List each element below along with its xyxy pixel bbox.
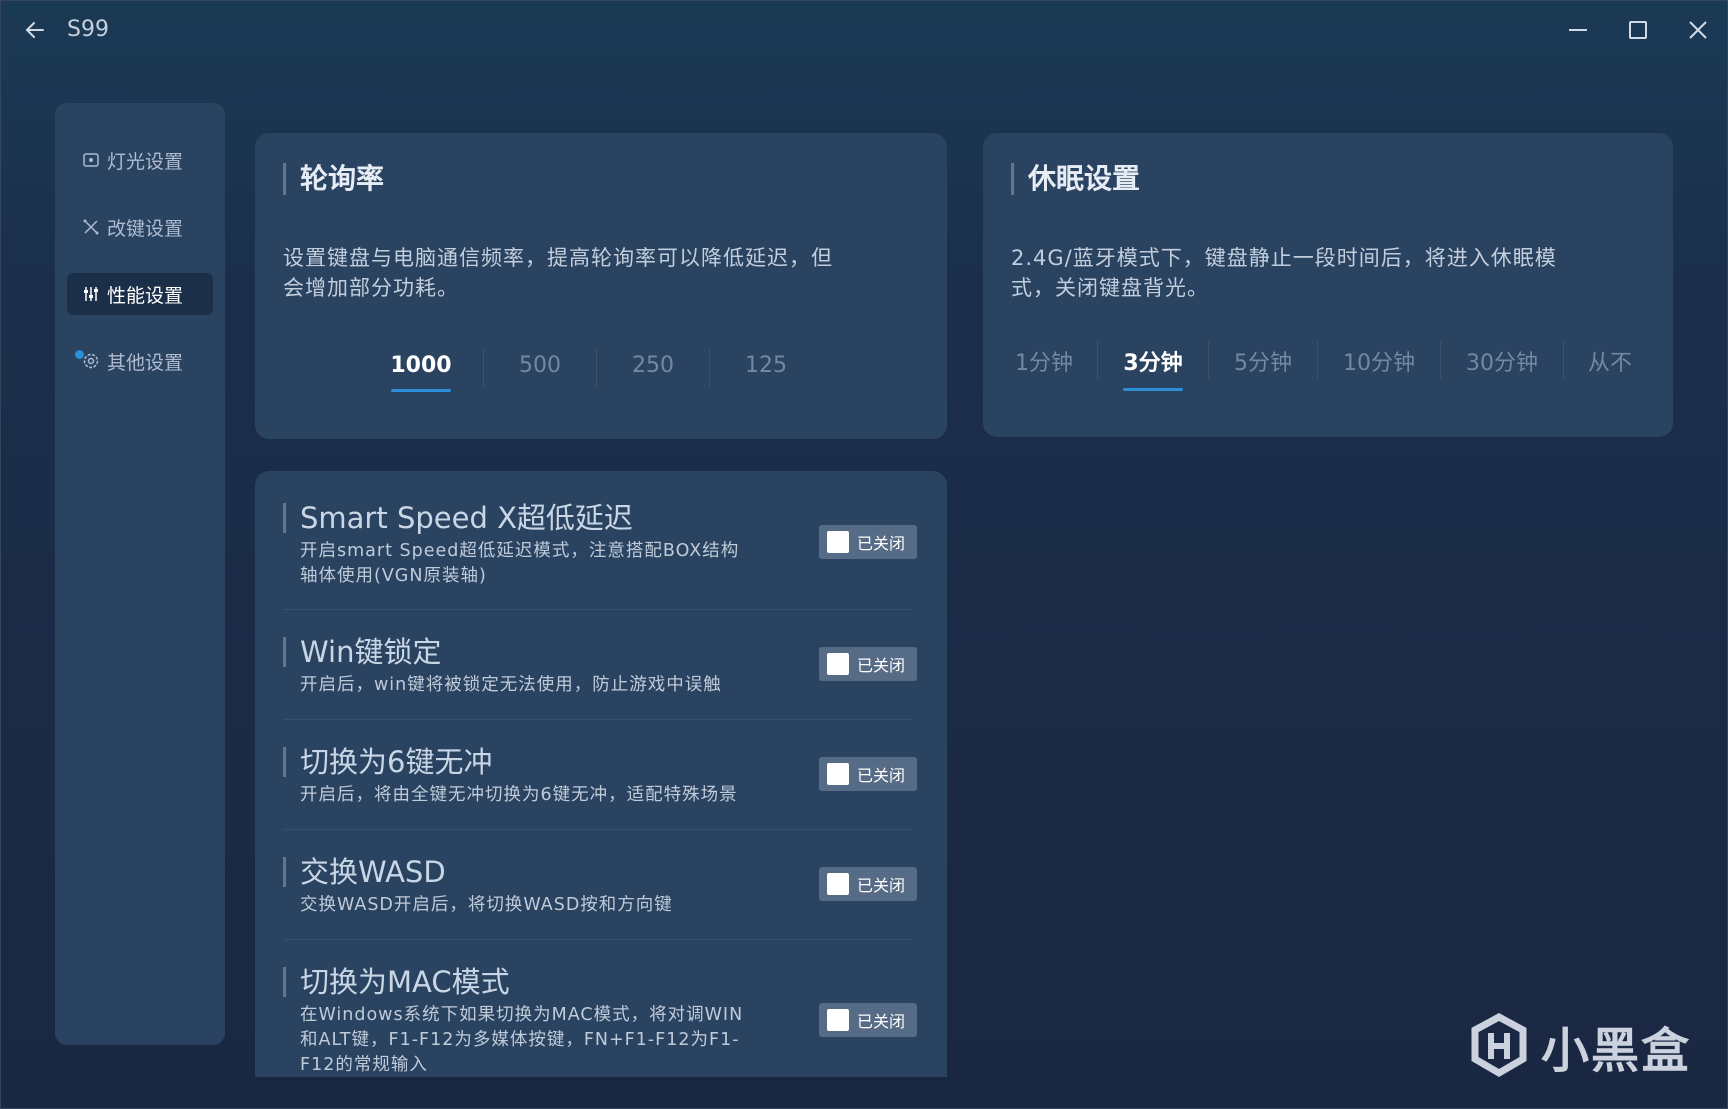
light-icon (81, 150, 101, 170)
polling-option[interactable]: 125 (724, 353, 808, 378)
polling-option[interactable]: 250 (611, 353, 695, 378)
sleep-option[interactable]: 3分钟 (1112, 345, 1194, 377)
toggle-state-label: 已关闭 (857, 1012, 906, 1031)
divider (283, 939, 913, 940)
setting-desc: 交换WASD开启后，将切换WASD按和方向键 (283, 893, 763, 918)
sleep-settings-title: 休眠设置 (1011, 163, 1140, 195)
xiaoheihe-logo-icon (1471, 1013, 1527, 1078)
separator (1440, 341, 1441, 379)
separator (596, 349, 597, 387)
polling-rate-card: 轮询率 设置键盘与电脑通信频率，提高轮询率可以降低延迟，但 会增加部分功耗。 1… (255, 133, 947, 439)
minimize-button[interactable] (1563, 15, 1593, 45)
sidebar-item-keymap[interactable]: 改键设置 (67, 206, 213, 248)
setting-desc: 开启smart Speed超低延迟模式，注意搭配BOX结构 轴体使用(VGN原装… (283, 539, 763, 589)
minimize-icon (1569, 29, 1587, 31)
sleep-time-selector: 1分钟 3分钟 5分钟 10分钟 30分钟 从不 (1005, 341, 1642, 379)
app-window: S99 灯光设置 改键设置 性能设置 其他设置 轮询率 设置键盘与电脑通信频率，… (0, 0, 1728, 1109)
back-button[interactable] (21, 15, 51, 45)
desc-line: 2.4G/蓝牙模式下，键盘静止一段时间后，将进入休眠模 (1011, 246, 1557, 270)
title-bar: S99 (1, 1, 1727, 61)
sidebar-item-other[interactable]: 其他设置 (67, 340, 213, 382)
arrow-left-icon (25, 22, 44, 38)
sleep-settings-card: 休眠设置 2.4G/蓝牙模式下，键盘静止一段时间后，将进入休眠模 式，关闭键盘背… (983, 133, 1673, 437)
close-icon (1689, 21, 1707, 39)
divider (283, 609, 913, 610)
swap-wasd-toggle[interactable]: 已关闭 (819, 867, 917, 901)
toggle-knob (827, 873, 849, 895)
setting-desc: 开启后，将由全键无冲切换为6键无冲，适配特殊场景 (283, 783, 763, 808)
sidebar-item-performance[interactable]: 性能设置 (67, 273, 213, 315)
keymap-icon (81, 217, 101, 237)
maximize-icon (1629, 21, 1647, 39)
sleep-option[interactable]: 30分钟 (1455, 345, 1549, 377)
sleep-option[interactable]: 5分钟 (1223, 345, 1303, 377)
polling-option[interactable]: 1000 (373, 353, 469, 378)
setting-desc: 开启后，win键将被锁定无法使用，防止游戏中误触 (283, 673, 763, 698)
sidebar-item-label: 性能设置 (107, 284, 184, 307)
sleep-settings-desc: 2.4G/蓝牙模式下，键盘静止一段时间后，将进入休眠模 式，关闭键盘背光。 (1011, 243, 1557, 303)
sidebar-item-lighting[interactable]: 灯光设置 (67, 139, 213, 181)
separator (1317, 341, 1318, 379)
desc-line: 式，关闭键盘背光。 (1011, 276, 1209, 300)
toggle-state-label: 已关闭 (857, 766, 906, 785)
maximize-button[interactable] (1623, 15, 1653, 45)
sliders-icon (81, 284, 101, 304)
sleep-option[interactable]: 1分钟 (1005, 345, 1083, 377)
window-title: S99 (67, 17, 109, 42)
win-lock-toggle[interactable]: 已关闭 (819, 647, 917, 681)
smart-speed-toggle[interactable]: 已关闭 (819, 525, 917, 559)
desc-line: 会增加部分功耗。 (283, 276, 459, 300)
polling-option[interactable]: 500 (498, 353, 582, 378)
toggle-knob (827, 1009, 849, 1031)
sidebar: 灯光设置 改键设置 性能设置 其他设置 (55, 103, 225, 1045)
toggle-knob (827, 531, 849, 553)
toggle-state-label: 已关闭 (857, 534, 906, 553)
sidebar-item-label: 改键设置 (107, 217, 184, 240)
watermark: 小黑盒 (1469, 1011, 1691, 1081)
desc-line: 轴体使用(VGN原装轴) (300, 566, 487, 586)
setting-desc: 在Windows系统下如果切换为MAC模式，将对调WIN 和ALT键，F1-F1… (283, 1003, 763, 1078)
separator (1563, 341, 1564, 379)
toggle-state-label: 已关闭 (857, 656, 906, 675)
performance-settings-card: Smart Speed X超低延迟 开启smart Speed超低延迟模式，注意… (255, 471, 947, 1077)
setting-title: 切换为MAC模式 (283, 967, 913, 997)
six-key-rollover-toggle[interactable]: 已关闭 (819, 757, 917, 791)
watermark-text: 小黑盒 (1541, 1023, 1692, 1079)
polling-rate-selector: 1000 500 250 125 (373, 349, 808, 387)
polling-rate-desc: 设置键盘与电脑通信频率，提高轮询率可以降低延迟，但 会增加部分功耗。 (283, 243, 833, 303)
separator (709, 349, 710, 387)
polling-rate-title: 轮询率 (283, 163, 384, 195)
divider (283, 829, 913, 830)
desc-line: 开启后，将由全键无冲切换为6键无冲，适配特殊场景 (300, 785, 738, 805)
divider (283, 719, 913, 720)
toggle-knob (827, 763, 849, 785)
mac-mode-toggle[interactable]: 已关闭 (819, 1003, 917, 1037)
desc-line: F12的常规输入 (300, 1055, 428, 1075)
notification-dot (75, 350, 84, 359)
desc-line: 开启后，win键将被锁定无法使用，防止游戏中误触 (300, 675, 722, 695)
toggle-knob (827, 653, 849, 675)
desc-line: 和ALT键，F1-F12为多媒体按键，FN+F1-F12为F1- (300, 1030, 740, 1050)
sidebar-item-label: 其他设置 (107, 351, 184, 374)
sleep-option[interactable]: 从不 (1578, 345, 1642, 377)
desc-line: 开启smart Speed超低延迟模式，注意搭配BOX结构 (300, 541, 740, 561)
desc-line: 交换WASD开启后，将切换WASD按和方向键 (300, 895, 673, 915)
separator (1208, 341, 1209, 379)
desc-line: 在Windows系统下如果切换为MAC模式，将对调WIN (300, 1005, 744, 1025)
separator (483, 349, 484, 387)
separator (1097, 341, 1098, 379)
close-button[interactable] (1683, 15, 1713, 45)
desc-line: 设置键盘与电脑通信频率，提高轮询率可以降低延迟，但 (283, 246, 833, 270)
gear-icon (81, 351, 101, 371)
toggle-state-label: 已关闭 (857, 876, 906, 895)
sleep-option[interactable]: 10分钟 (1332, 345, 1426, 377)
sidebar-item-label: 灯光设置 (107, 150, 184, 173)
